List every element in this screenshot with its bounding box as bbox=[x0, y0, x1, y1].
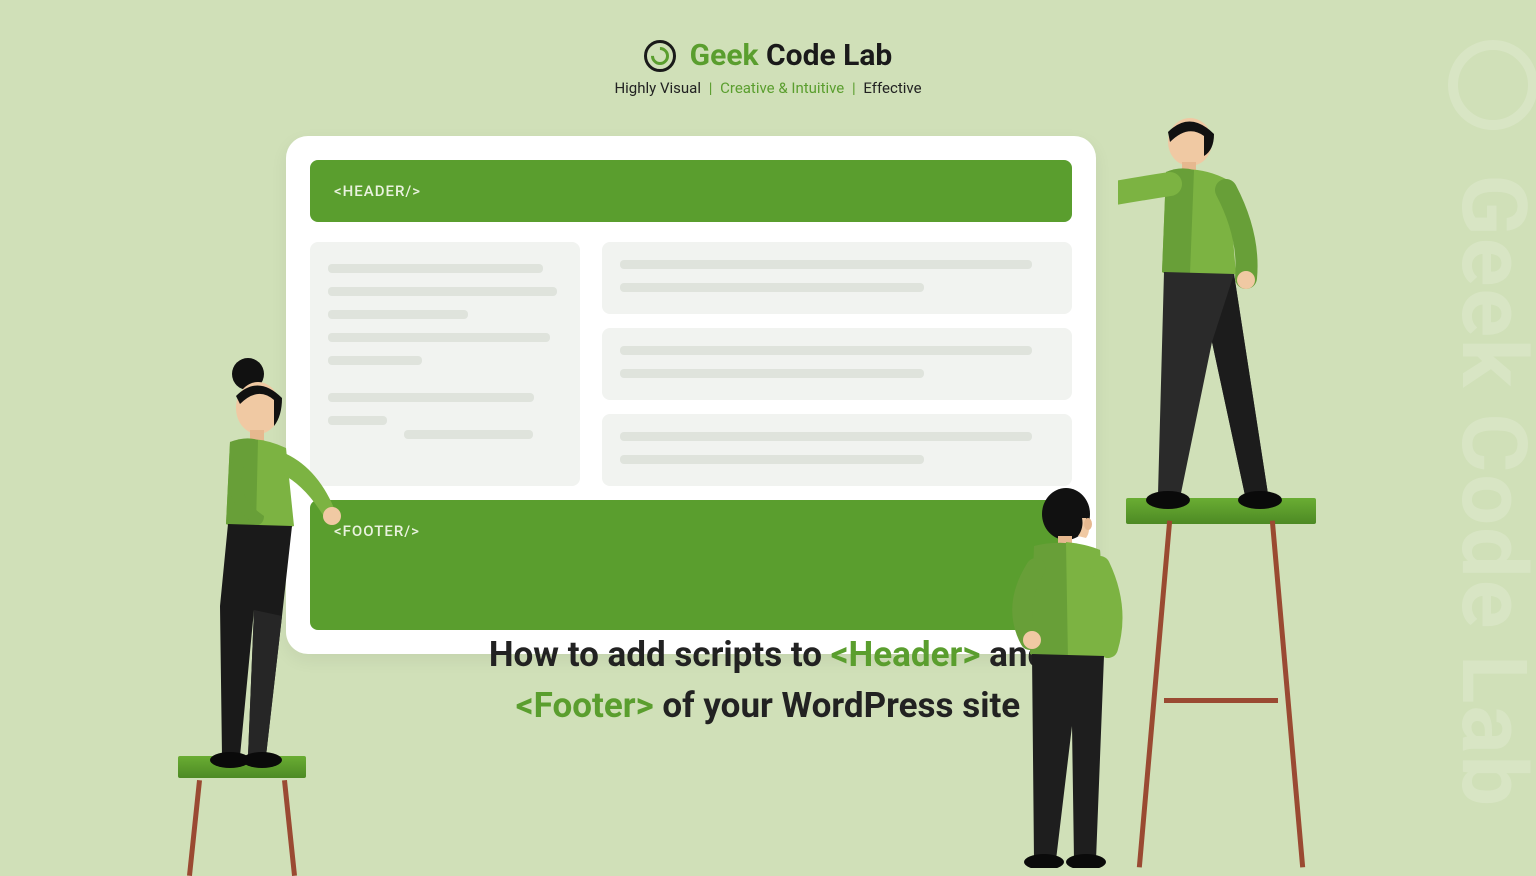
content-block-right bbox=[602, 242, 1072, 486]
brand-logo-icon bbox=[644, 40, 676, 72]
header-bar: <HEADER/> bbox=[310, 160, 1072, 222]
stool-illustration bbox=[178, 756, 306, 876]
content-row bbox=[310, 242, 1072, 486]
person-illustration-tall bbox=[1118, 106, 1328, 526]
brand-name: Geek Code Lab bbox=[690, 38, 893, 73]
footer-bar-label: <FOOTER/> bbox=[334, 522, 420, 540]
article-headline: How to add scripts to <Header> and <Foot… bbox=[0, 630, 1536, 732]
brand-header: Geek Code Lab Highly Visual | Creative &… bbox=[0, 0, 1536, 97]
header-bar-label: <HEADER/> bbox=[334, 182, 421, 200]
brand-tagline: Highly Visual | Creative & Intuitive | E… bbox=[0, 79, 1536, 97]
content-block-left bbox=[310, 242, 580, 486]
footer-bar: <FOOTER/> bbox=[310, 500, 1072, 630]
layout-card: <HEADER/> bbox=[286, 136, 1096, 654]
